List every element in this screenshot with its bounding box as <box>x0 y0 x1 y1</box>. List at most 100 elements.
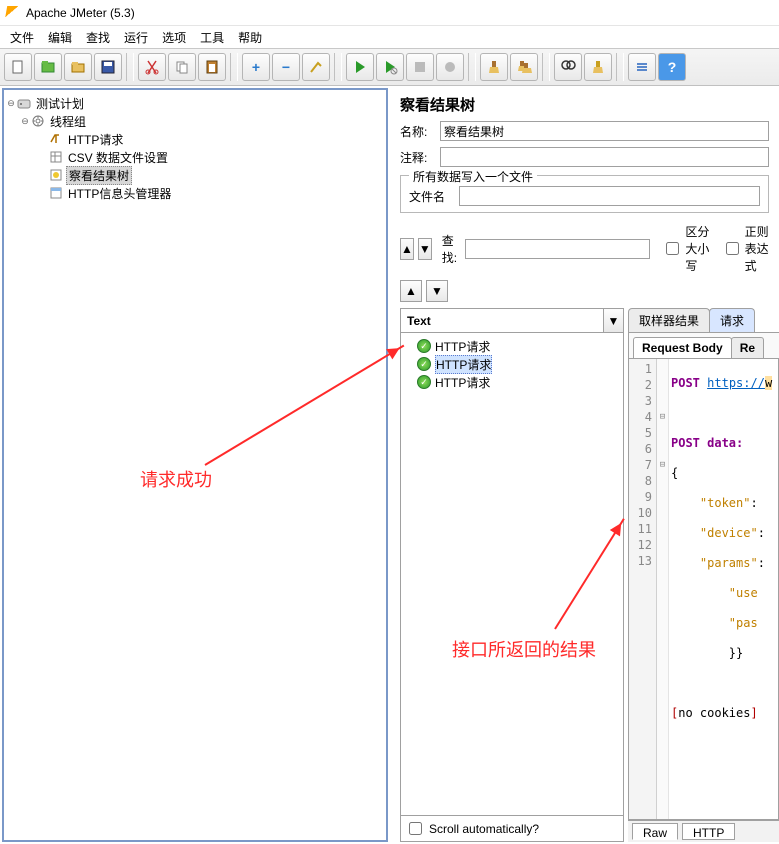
open-button[interactable] <box>64 53 92 81</box>
regex-checkbox[interactable]: 正则表达式 <box>722 223 769 274</box>
menu-search[interactable]: 查找 <box>86 29 110 45</box>
menu-tools[interactable]: 工具 <box>200 29 224 45</box>
detail-top-tabs: 取样器结果 请求 <box>628 308 779 332</box>
menu-run[interactable]: 运行 <box>124 29 148 45</box>
tree-handle[interactable]: ⊖ <box>6 98 16 109</box>
tree-node-testplan[interactable]: ⊖ 测试计划 <box>6 94 384 112</box>
menu-bar: 文件 编辑 查找 运行 选项 工具 帮助 <box>0 26 779 48</box>
menu-options[interactable]: 选项 <box>162 29 186 45</box>
collapse-button[interactable]: − <box>272 53 300 81</box>
results-search-input[interactable] <box>465 239 650 259</box>
stop-button[interactable] <box>406 53 434 81</box>
tab-request-headers[interactable]: Re <box>731 337 764 358</box>
menu-edit[interactable]: 编辑 <box>48 29 72 45</box>
name-input[interactable] <box>440 121 769 141</box>
http-sampler-icon <box>48 131 64 147</box>
tab-http[interactable]: HTTP <box>682 823 735 840</box>
case-sensitive-checkbox[interactable]: 区分大小写 <box>662 223 709 274</box>
fold-gutter: ⊟⊟ <box>657 359 669 819</box>
result-label: HTTP请求 <box>435 374 490 391</box>
comment-input[interactable] <box>440 147 769 167</box>
test-plan-tree-pane: ⊖ 测试计划 ⊖ 线程组 HTTP请求 CSV 数据文件设置 <box>2 88 388 842</box>
result-item[interactable]: ✓ HTTP请求 <box>403 355 621 373</box>
write-file-group: 所有数据写入一个文件 文件名 <box>400 175 769 213</box>
test-plan-tree[interactable]: ⊖ 测试计划 ⊖ 线程组 HTTP请求 CSV 数据文件设置 <box>4 90 386 206</box>
result-label: HTTP请求 <box>435 355 492 374</box>
chevron-down-icon[interactable]: ▼ <box>603 309 623 332</box>
menu-file[interactable]: 文件 <box>10 29 34 45</box>
work-area: ⊖ 测试计划 ⊖ 线程组 HTTP请求 CSV 数据文件设置 <box>0 86 779 844</box>
results-tree[interactable]: ✓ HTTP请求 ✓ HTTP请求 ✓ HTTP请求 <box>401 333 623 815</box>
tree-node-http-request[interactable]: HTTP请求 <box>6 130 384 148</box>
clear-all-button[interactable] <box>510 53 538 81</box>
tree-label: 察看结果树 <box>66 166 132 185</box>
success-icon: ✓ <box>417 339 431 353</box>
line-number-gutter: 12345678910111213 <box>629 359 657 819</box>
copy-button[interactable] <box>168 53 196 81</box>
code-content[interactable]: POST https://w POST data: { "token": "de… <box>669 359 778 819</box>
panel-title: 察看结果树 <box>390 88 779 117</box>
new-file-button[interactable] <box>4 53 32 81</box>
comment-row: 注释: <box>390 143 779 169</box>
render-dropdown[interactable]: Text ▼ <box>401 309 623 333</box>
results-list-panel: Text ▼ ✓ HTTP请求 ✓ HTTP请求 <box>400 308 624 842</box>
expand-results-button[interactable]: ▲ <box>400 280 422 302</box>
jmeter-feather-icon <box>5 6 21 20</box>
detail-sub-tabs: Request Body Re <box>628 332 779 358</box>
clear-button[interactable] <box>480 53 508 81</box>
comment-label: 注释: <box>400 149 440 166</box>
reset-search-button[interactable] <box>584 53 612 81</box>
tree-label: HTTP信息头管理器 <box>66 185 173 202</box>
window-title: Apache JMeter (5.3) <box>26 6 135 20</box>
tab-sampler-result[interactable]: 取样器结果 <box>628 308 710 332</box>
prev-result-button[interactable]: ▲ <box>400 238 414 260</box>
render-dropdown-label: Text <box>401 314 603 328</box>
name-row: 名称: <box>390 117 779 143</box>
tab-request[interactable]: 请求 <box>709 308 755 332</box>
thread-group-icon <box>30 113 46 129</box>
result-label: HTTP请求 <box>435 338 490 355</box>
tree-node-header-manager[interactable]: HTTP信息头管理器 <box>6 184 384 202</box>
next-result-button[interactable]: ▼ <box>418 238 432 260</box>
name-label: 名称: <box>400 123 440 140</box>
menu-help[interactable]: 帮助 <box>238 29 262 45</box>
tree-handle[interactable]: ⊖ <box>20 116 30 127</box>
tree-label: 线程组 <box>48 113 88 130</box>
cut-button[interactable] <box>138 53 166 81</box>
tree-label: 测试计划 <box>34 95 86 112</box>
view-results-icon <box>48 167 64 183</box>
request-body-view: 12345678910111213 ⊟⊟ POST https://w POST… <box>628 358 779 820</box>
start-no-timers-button[interactable] <box>376 53 404 81</box>
paste-button[interactable] <box>198 53 226 81</box>
expand-button[interactable]: + <box>242 53 270 81</box>
toggle-button[interactable] <box>302 53 330 81</box>
group-title: 所有数据写入一个文件 <box>409 168 537 185</box>
open-templates-button[interactable] <box>34 53 62 81</box>
tree-node-threadgroup[interactable]: ⊖ 线程组 <box>6 112 384 130</box>
start-button[interactable] <box>346 53 374 81</box>
test-plan-icon <box>16 95 32 111</box>
search-row: ▲ ▼ 查找: 区分大小写 正则表达式 <box>400 223 769 274</box>
tree-node-view-results[interactable]: 察看结果树 <box>6 166 384 184</box>
shutdown-button[interactable] <box>436 53 464 81</box>
result-item[interactable]: ✓ HTTP请求 <box>403 337 621 355</box>
detail-bottom-tabs: Raw HTTP <box>628 820 779 842</box>
tree-node-csv[interactable]: CSV 数据文件设置 <box>6 148 384 166</box>
tab-raw[interactable]: Raw <box>632 823 678 840</box>
filename-label: 文件名 <box>409 188 459 205</box>
tree-label: HTTP请求 <box>66 131 125 148</box>
success-icon: ✓ <box>417 357 431 371</box>
result-detail-panel: 取样器结果 请求 Request Body Re 123456789101112… <box>628 308 779 842</box>
expand-row: ▲ ▼ <box>400 280 769 302</box>
scroll-auto-checkbox[interactable]: Scroll automatically? <box>405 819 539 838</box>
search-button[interactable] <box>554 53 582 81</box>
title-bar: Apache JMeter (5.3) <box>0 0 779 26</box>
help-button[interactable]: ? <box>658 53 686 81</box>
filename-input[interactable] <box>459 186 760 206</box>
result-item[interactable]: ✓ HTTP请求 <box>403 373 621 391</box>
save-button[interactable] <box>94 53 122 81</box>
function-helper-button[interactable] <box>628 53 656 81</box>
collapse-results-button[interactable]: ▼ <box>426 280 448 302</box>
header-manager-icon <box>48 185 64 201</box>
tab-request-body[interactable]: Request Body <box>633 337 732 358</box>
